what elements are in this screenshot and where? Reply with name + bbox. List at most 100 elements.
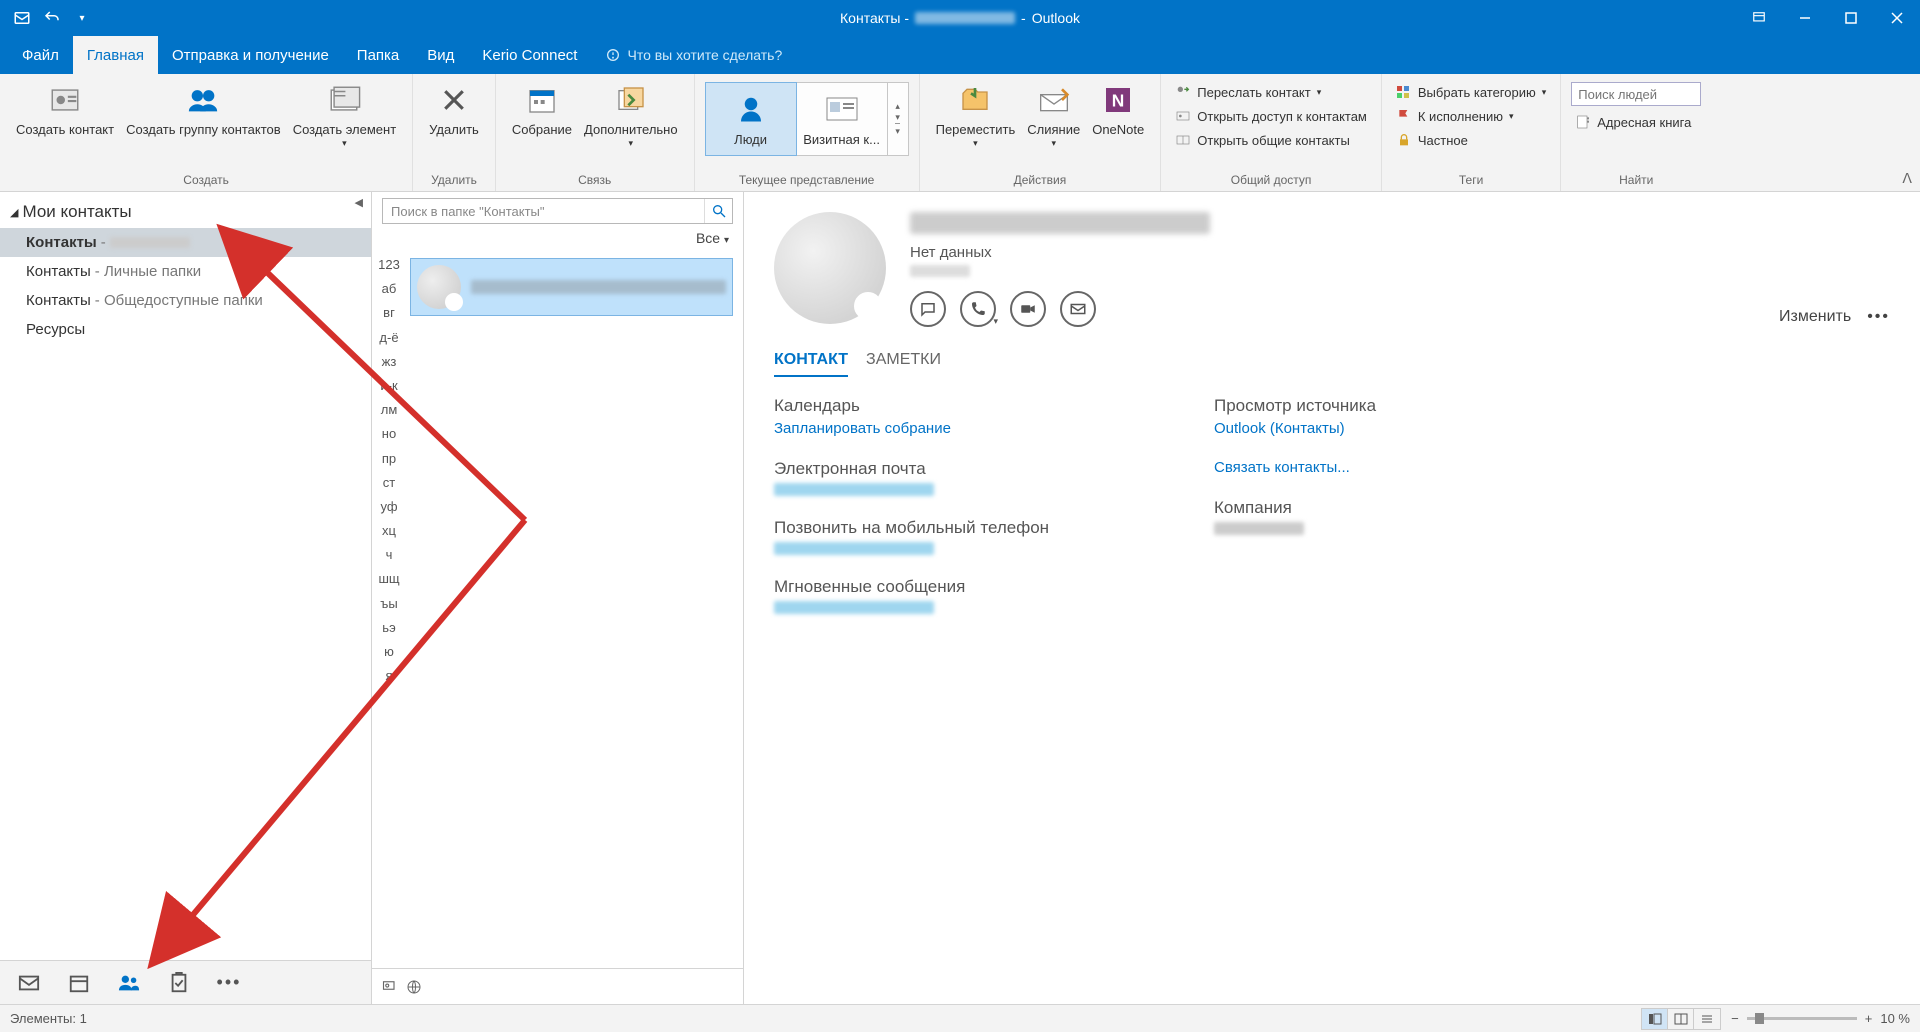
- alpha-123[interactable]: 123: [378, 256, 400, 274]
- close-button[interactable]: [1874, 0, 1920, 36]
- group-find-label: Найти: [1571, 173, 1701, 191]
- address-book-button[interactable]: Адресная книга: [1571, 112, 1695, 132]
- tab-file[interactable]: Файл: [8, 36, 73, 74]
- globe-icon: [406, 979, 422, 995]
- group-view-label: Текущее представление: [705, 173, 909, 191]
- more-actions-icon[interactable]: •••: [1867, 308, 1890, 326]
- view-card-button[interactable]: Визитная к...: [796, 82, 888, 156]
- edit-link[interactable]: Изменить: [1779, 308, 1851, 326]
- view-gallery-expand[interactable]: ▴▾▾: [887, 82, 909, 156]
- zoom-control[interactable]: − + 10 %: [1731, 1011, 1910, 1026]
- group-comm-label: Связь: [506, 173, 684, 191]
- alpha-вг[interactable]: вг: [383, 304, 395, 322]
- view-people-button[interactable]: Люди: [705, 82, 797, 156]
- view-list-icon[interactable]: [1694, 1009, 1720, 1029]
- view-normal-icon[interactable]: [1642, 1009, 1668, 1029]
- tab-kerio[interactable]: Kerio Connect: [468, 36, 591, 74]
- nav-header-my-contacts[interactable]: ◢Мои контакты: [0, 192, 371, 228]
- view-reading-icon[interactable]: [1668, 1009, 1694, 1029]
- tab-contact-details[interactable]: КОНТАКТ: [774, 351, 848, 377]
- email-action-icon[interactable]: [1060, 291, 1096, 327]
- new-contact-group-button[interactable]: Создать группу контактов: [120, 78, 287, 138]
- ribbon-display-icon[interactable]: [1736, 0, 1782, 36]
- link-contacts-link[interactable]: Связать контакты...: [1214, 459, 1350, 476]
- alpha-ьэ[interactable]: ьэ: [382, 619, 395, 637]
- alpha-но[interactable]: но: [382, 425, 396, 443]
- tasks-module-icon[interactable]: [168, 972, 190, 994]
- alpha-ю[interactable]: ю: [384, 643, 394, 661]
- alpha-хц[interactable]: хц: [382, 522, 396, 540]
- alpha-пр[interactable]: пр: [382, 450, 396, 468]
- qat-customize-icon[interactable]: ▾: [72, 8, 92, 28]
- alpha-ст[interactable]: ст: [383, 474, 395, 492]
- zoom-in-icon[interactable]: +: [1865, 1011, 1873, 1026]
- contact-list-pane: Поиск в папке "Контакты" Все ▾ 123 аб вг д-…: [372, 192, 744, 1004]
- tab-folder[interactable]: Папка: [343, 36, 413, 74]
- calendar-module-icon[interactable]: [68, 972, 90, 994]
- alpha-я[interactable]: я: [385, 667, 392, 685]
- new-element-button[interactable]: Создать элемент▾: [287, 78, 402, 148]
- alpha-ъы[interactable]: ъы: [380, 595, 397, 613]
- email-value-blurred: [774, 483, 934, 496]
- open-access-button[interactable]: Открыть доступ к контактам: [1171, 106, 1371, 126]
- tell-me-search[interactable]: Что вы хотите сделать?: [591, 36, 796, 74]
- search-icon[interactable]: [704, 199, 732, 223]
- qat-send-receive-icon[interactable]: [12, 8, 32, 28]
- source-link[interactable]: Outlook (Контакты): [1214, 420, 1345, 437]
- group-tags-label: Теги: [1392, 173, 1550, 191]
- meeting-button[interactable]: Собрание: [506, 78, 578, 138]
- delete-button[interactable]: Удалить: [423, 78, 485, 138]
- new-contact-button[interactable]: Создать контакт: [10, 78, 120, 138]
- avatar-icon: [417, 265, 461, 309]
- contact-list-item[interactable]: [410, 258, 733, 316]
- nav-item-contacts-public[interactable]: Контакты - Общедоступные папки: [0, 286, 371, 315]
- merge-button[interactable]: Слияние▾: [1021, 78, 1086, 148]
- tab-home[interactable]: Главная: [73, 36, 158, 74]
- alpha-и-к[interactable]: и-к: [380, 377, 397, 395]
- open-shared-button[interactable]: Открыть общие контакты: [1171, 130, 1354, 150]
- schedule-meeting-link[interactable]: Запланировать собрание: [774, 420, 951, 437]
- call-action-icon[interactable]: ▾: [960, 291, 996, 327]
- move-button[interactable]: Переместить▾: [930, 78, 1022, 148]
- alpha-жз[interactable]: жз: [382, 353, 397, 371]
- mail-module-icon[interactable]: [18, 972, 40, 994]
- tab-notes[interactable]: ЗАМЕТКИ: [866, 351, 941, 377]
- tab-send-receive[interactable]: Отправка и получение: [158, 36, 343, 74]
- nav-item-contacts-main[interactable]: Контакты -: [0, 228, 371, 257]
- private-button[interactable]: Частное: [1392, 130, 1472, 150]
- group-delete-label: Удалить: [423, 173, 485, 191]
- collapse-ribbon-icon[interactable]: ᐱ: [1902, 170, 1912, 187]
- nav-item-resources[interactable]: Ресурсы: [0, 315, 371, 344]
- alpha-д-ё[interactable]: д-ё: [379, 329, 398, 347]
- alpha-аб[interactable]: аб: [382, 280, 397, 298]
- nav-item-contacts-personal[interactable]: Контакты - Личные папки: [0, 257, 371, 286]
- im-section: Мгновенные сообщения: [774, 577, 1134, 614]
- maximize-button[interactable]: [1828, 0, 1874, 36]
- alpha-лм[interactable]: лм: [381, 401, 398, 419]
- folder-search-box[interactable]: Поиск в папке "Контакты": [382, 198, 733, 224]
- minimize-button[interactable]: [1782, 0, 1828, 36]
- forward-contact-button[interactable]: Переслать контакт ▾: [1171, 82, 1325, 102]
- search-people-input[interactable]: [1571, 82, 1701, 106]
- message-action-icon[interactable]: [910, 291, 946, 327]
- more-comm-button[interactable]: Дополнительно▾: [578, 78, 684, 148]
- collapse-nav-icon[interactable]: ◀: [355, 196, 363, 209]
- list-filter[interactable]: Все ▾: [372, 230, 743, 252]
- alpha-шщ[interactable]: шщ: [378, 570, 399, 588]
- zoom-slider[interactable]: [1747, 1017, 1857, 1020]
- zoom-out-icon[interactable]: −: [1731, 1011, 1739, 1026]
- undo-icon[interactable]: [42, 8, 62, 28]
- view-mode-switch[interactable]: [1641, 1008, 1721, 1030]
- followup-button[interactable]: К исполнению ▾: [1392, 106, 1518, 126]
- people-module-icon[interactable]: [118, 972, 140, 994]
- calendar-section: Календарь Запланировать собрание: [774, 396, 1134, 437]
- more-modules-icon[interactable]: •••: [218, 972, 240, 994]
- contact-subtitle: [910, 265, 970, 277]
- video-action-icon[interactable]: [1010, 291, 1046, 327]
- alpha-уф[interactable]: уф: [380, 498, 397, 516]
- list-footer: [372, 968, 743, 1004]
- tab-view[interactable]: Вид: [413, 36, 468, 74]
- onenote-button[interactable]: N OneNote: [1086, 78, 1150, 138]
- alpha-ч[interactable]: ч: [386, 546, 393, 564]
- category-button[interactable]: Выбрать категорию ▾: [1392, 82, 1550, 102]
